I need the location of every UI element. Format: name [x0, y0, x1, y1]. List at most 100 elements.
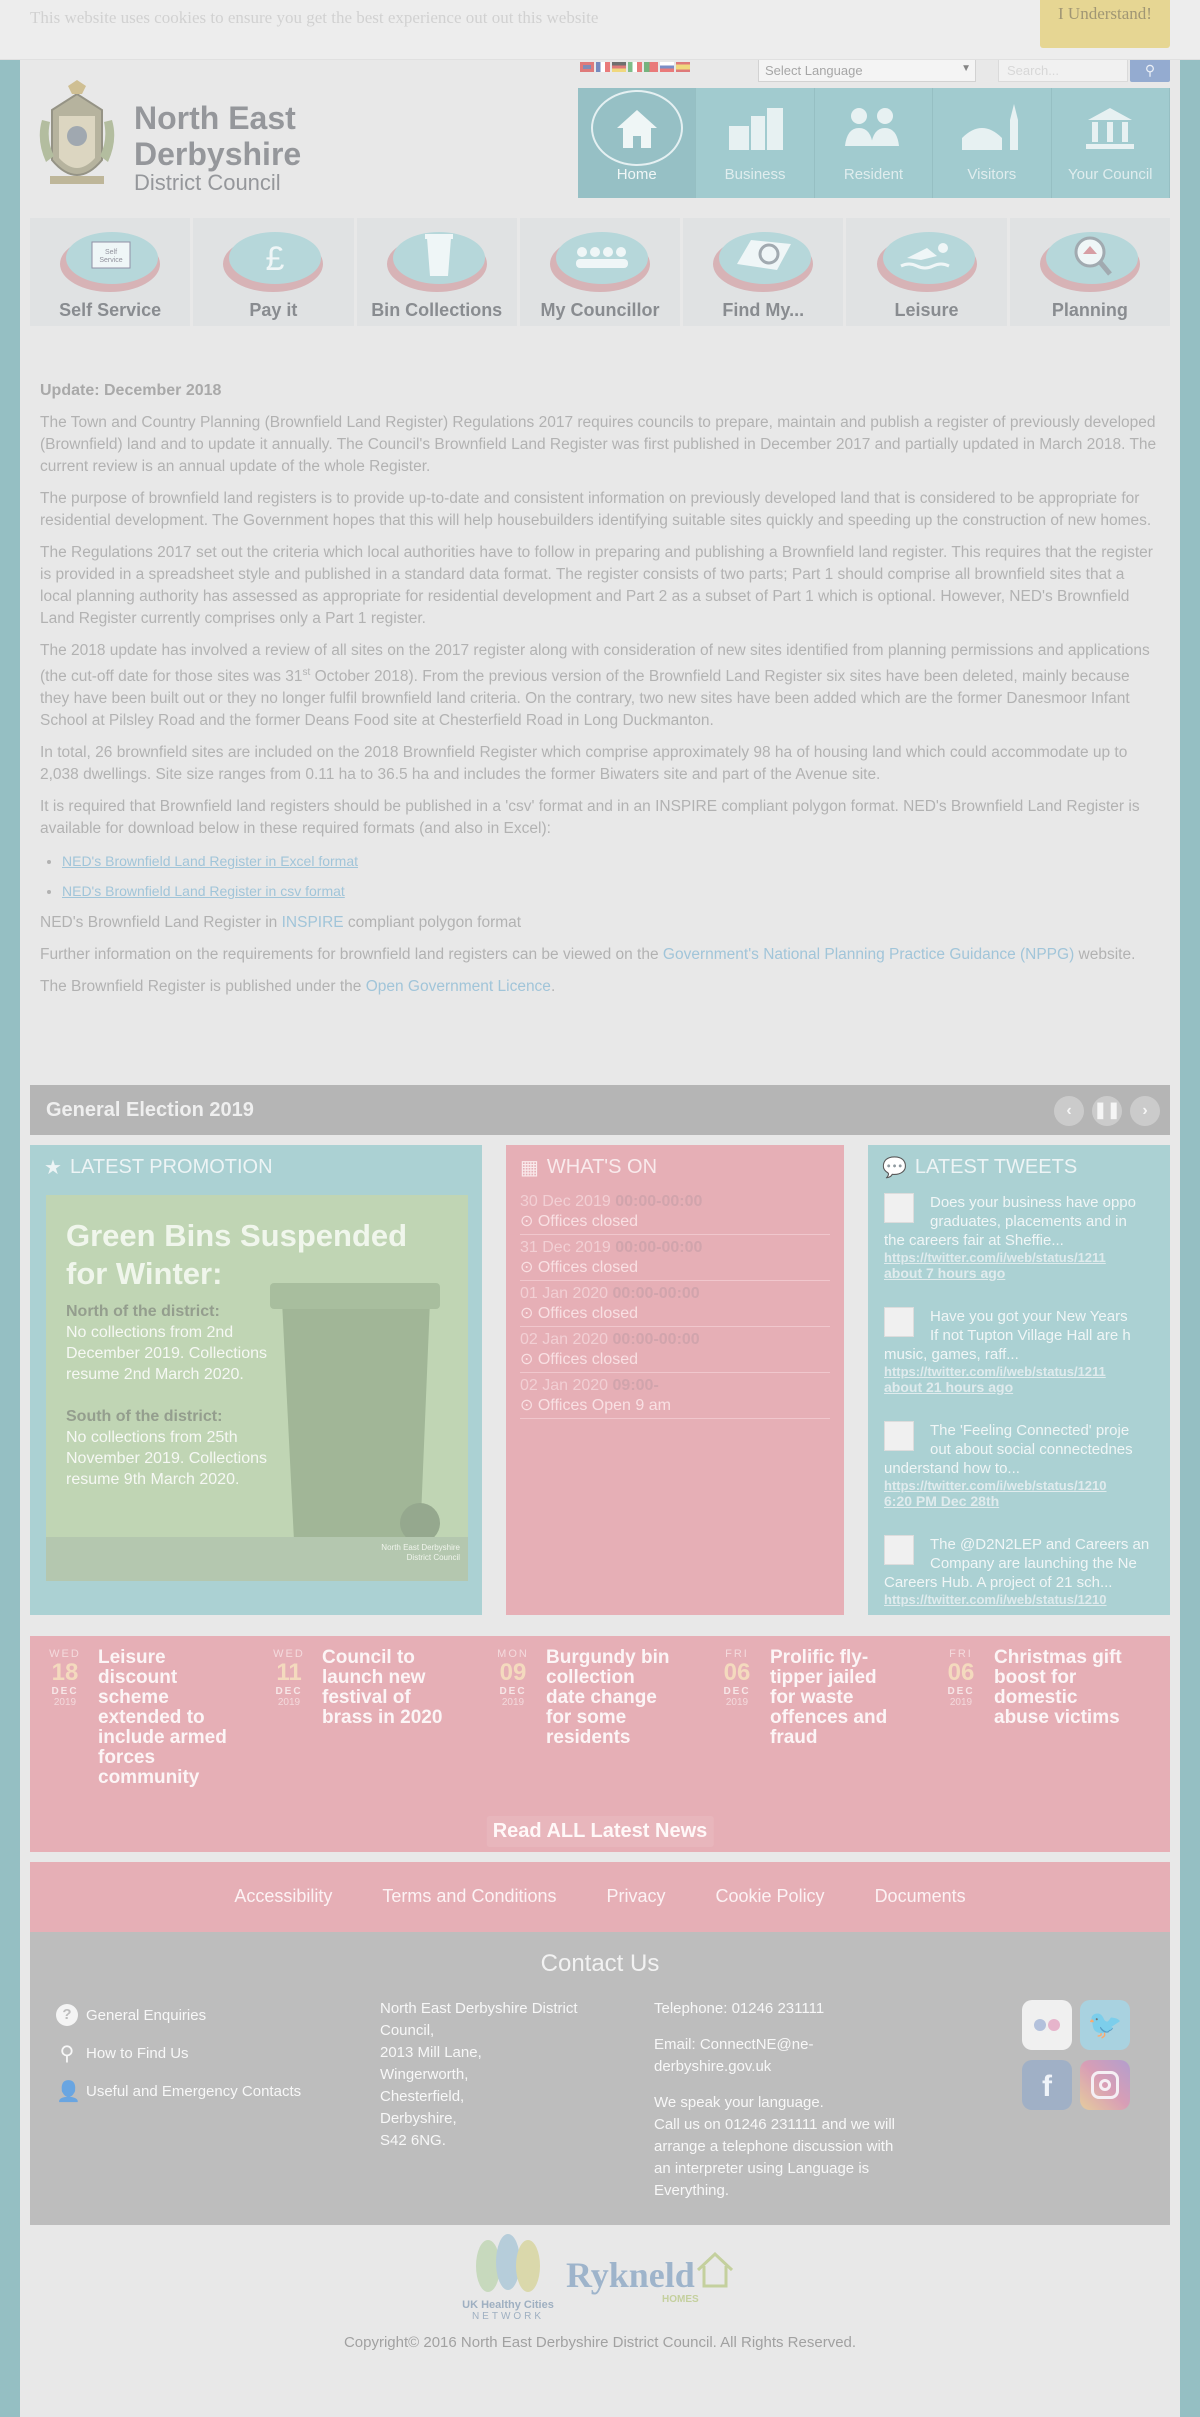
quick-link-pay-it-label: Pay it [249, 300, 298, 320]
avatar [884, 1421, 914, 1451]
bin-icon [386, 232, 487, 292]
event-list: 30 Dec 2019 00:00-00:00 ⊙ Offices closed … [506, 1189, 844, 1419]
promotion-image[interactable]: Green Bins Suspended for Winter: North o… [46, 1195, 468, 1581]
tweet-text: Careers Hub. A project of 21 sch... [884, 1574, 1113, 1591]
people-icon [845, 108, 900, 146]
quick-link-find-my[interactable]: Find My... [683, 218, 844, 326]
general-enquiries-link[interactable]: ? General Enquiries [56, 1996, 301, 2034]
council-crest-logo[interactable] [32, 80, 122, 198]
tweet-text: the careers fair at Sheffie... [884, 1232, 1064, 1249]
read-all-news-button[interactable]: Read ALL Latest News [486, 1816, 714, 1847]
footer-link-privacy[interactable]: Privacy [582, 1862, 691, 1932]
tweet-text: Have you got your New Years [930, 1308, 1128, 1325]
flag-ru-icon[interactable] [660, 62, 674, 72]
footer-link-cookie-policy[interactable]: Cookie Policy [691, 1862, 850, 1932]
nppg-link[interactable]: Government's National Planning Practice … [663, 946, 1074, 963]
tweet-time[interactable]: about 21 hours ago [884, 1379, 1170, 1395]
csv-download-link[interactable]: NED's Brownfield Land Register in csv fo… [62, 883, 345, 899]
tweet-link[interactable]: https://twitter.com/i/web/status/1211 [884, 1250, 1170, 1265]
quick-link-planning[interactable]: Planning [1009, 218, 1170, 326]
flag-pt-icon[interactable] [644, 62, 658, 72]
swimmer-icon [876, 232, 977, 292]
search-input[interactable]: Search... [998, 58, 1128, 82]
house-icon [616, 110, 657, 148]
election-banner[interactable]: General Election 2019 ‹ ❚❚ › [30, 1085, 1170, 1135]
footer-link-accessibility[interactable]: Accessibility [209, 1862, 357, 1932]
language-select-value: Select Language [765, 63, 863, 78]
rykneld-homes-logo[interactable]: Rykneld HOMES [566, 2250, 736, 2310]
quick-link-leisure[interactable]: Leisure [846, 218, 1007, 326]
flag-it-icon[interactable] [628, 62, 642, 72]
quick-link-my-councillor-label: My Councillor [540, 300, 660, 320]
postal-address: North East Derbyshire District Council, … [380, 2000, 578, 2149]
speech-bubble-icon: 💬 [882, 1156, 907, 1179]
panel-header: ★ LATEST PROMOTION [30, 1145, 482, 1189]
svg-text:Service: Service [99, 257, 122, 264]
quick-link-bin-collections[interactable]: Bin Collections [356, 218, 517, 326]
inspire-link[interactable]: INSPIRE [282, 914, 344, 931]
article-content: Update: December 2018 The Town and Count… [40, 380, 1160, 1008]
telephone[interactable]: Telephone: 01246 231111 [654, 1998, 914, 2020]
list-item: NED's Brownfield Land Register in csv fo… [62, 880, 1160, 902]
uk-healthy-cities-logo[interactable]: UK Healthy Cities NETWORK [458, 2234, 558, 2326]
nav-home[interactable]: Home [578, 88, 697, 198]
avatar [884, 1535, 914, 1565]
tweet-time[interactable]: 6:20 PM Dec 28th [884, 1493, 1170, 1509]
excel-download-link[interactable]: NED's Brownfield Land Register in Excel … [62, 853, 358, 869]
nav-visitors[interactable]: Visitors [933, 88, 1052, 198]
flag-de-icon[interactable] [612, 62, 626, 72]
pause-icon[interactable]: ❚❚ [1092, 1096, 1122, 1126]
cookie-accept-button[interactable]: I Understand! [1040, 0, 1170, 48]
flag-fr-icon[interactable] [596, 62, 610, 72]
tweet-link[interactable]: https://twitter.com/i/web/status/1210 [884, 1478, 1170, 1493]
cookie-banner: This website uses cookies to ensure you … [0, 0, 1200, 60]
list-item[interactable]: 30 Dec 2019 00:00-00:00 ⊙ Offices closed [520, 1189, 830, 1235]
event-date: 02 Jan 2020 [520, 1331, 609, 1348]
tweet-text: out about social connectednes [930, 1441, 1133, 1458]
facebook-icon[interactable]: f [1022, 2060, 1072, 2110]
nav-resident[interactable]: Resident [814, 88, 934, 198]
event-time: 00:00-00:00 [615, 1239, 703, 1256]
flickr-icon[interactable] [1022, 2000, 1072, 2050]
quick-link-pay-it[interactable]: £ Pay it [193, 218, 354, 326]
quick-link-bin-collections-label: Bin Collections [371, 300, 503, 320]
map-pin-icon: ⚲ [59, 2042, 75, 2065]
flag-uk-icon[interactable] [580, 62, 594, 72]
list-item[interactable]: 31 Dec 2019 00:00-00:00 ⊙ Offices closed [520, 1235, 830, 1281]
clock-icon: ⊙ [520, 1213, 534, 1230]
list-item[interactable]: 01 Jan 2020 00:00-00:00 ⊙ Offices closed [520, 1281, 830, 1327]
tweet-time[interactable]: about 7 hours ago [884, 1265, 1170, 1281]
emergency-contacts-link[interactable]: 👤 Useful and Emergency Contacts [56, 2072, 301, 2110]
chevron-right-icon[interactable]: › [1130, 1096, 1160, 1126]
translation-flags[interactable] [580, 62, 690, 72]
flag-es-icon[interactable] [676, 62, 690, 72]
quick-link-my-councillor[interactable]: My Councillor [519, 218, 681, 326]
tweet-text: Company are launching the Ne [930, 1555, 1137, 1572]
find-us-link[interactable]: ⚲ How to Find Us [56, 2034, 301, 2072]
footer-link-terms[interactable]: Terms and Conditions [357, 1862, 581, 1932]
latest-tweets-panel: 💬 LATEST TWEETS Does your business have o… [868, 1145, 1170, 1615]
quick-link-self-service[interactable]: Self Service Self Service [30, 218, 191, 326]
email[interactable]: Email: ConnectNE@ne-derbyshire.gov.uk [654, 2034, 914, 2078]
south-text: No collections from 25th November 2019. … [66, 1429, 267, 1488]
news-title: Christmas gift boost for domestic abuse … [994, 1647, 1122, 1728]
chevron-left-icon[interactable]: ‹ [1054, 1096, 1084, 1126]
list-item[interactable]: 02 Jan 2020 09:00- ⊙ Offices Open 9 am [520, 1373, 830, 1419]
self-service-icon: SelfService [60, 232, 161, 292]
star-icon: ★ [44, 1156, 62, 1179]
tweet-link[interactable]: https://twitter.com/i/web/status/1210 [884, 1592, 1170, 1607]
article-text: Further information on the requirements … [40, 946, 663, 964]
list-item[interactable]: 02 Jan 2020 00:00-00:00 ⊙ Offices closed [520, 1327, 830, 1373]
footer-link-documents[interactable]: Documents [850, 1862, 991, 1932]
logo-name[interactable]: North East Derbyshire [134, 100, 374, 172]
search-button[interactable]: ⚲ [1130, 58, 1170, 82]
language-select[interactable]: Select Language ▼ [758, 58, 976, 82]
cookie-message: This website uses cookies to ensure you … [30, 8, 599, 27]
tweet-link[interactable]: https://twitter.com/i/web/status/1211 [884, 1364, 1170, 1379]
twitter-icon[interactable]: 🐦 [1080, 2000, 1130, 2050]
nav-visitors-label: Visitors [967, 166, 1017, 183]
ogl-link[interactable]: Open Government Licence [366, 978, 551, 995]
nav-your-council[interactable]: Your Council [1051, 88, 1170, 198]
instagram-icon[interactable] [1080, 2060, 1130, 2110]
nav-business[interactable]: Business [696, 88, 815, 198]
